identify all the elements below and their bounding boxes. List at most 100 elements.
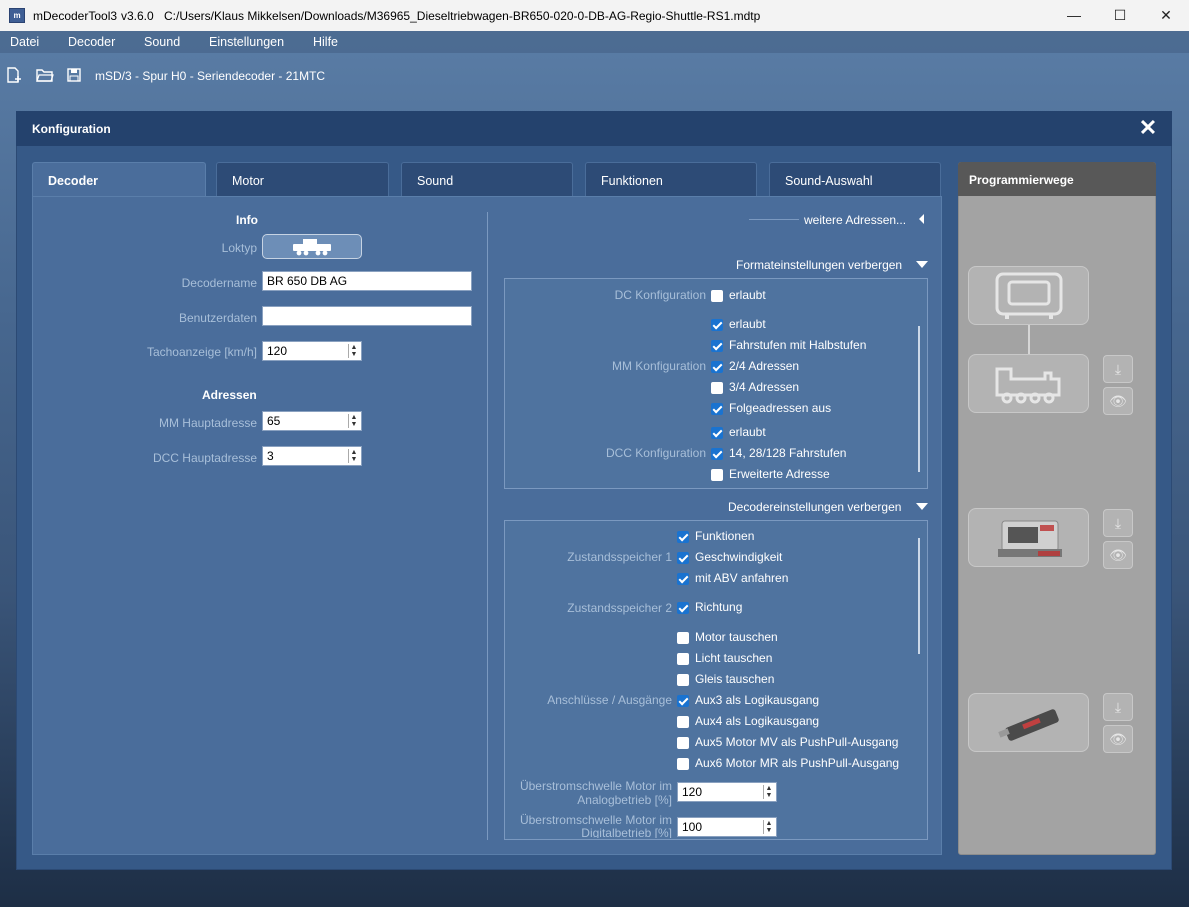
weitere-line [749, 219, 799, 220]
mm-hauptadresse-value: 65 [267, 414, 281, 428]
central-station-card[interactable] [968, 266, 1089, 325]
loktyp-button[interactable] [262, 234, 362, 259]
collapse-down-icon[interactable] [916, 261, 928, 268]
anschluesse-label: Anschlüsse / Ausgänge [547, 693, 672, 707]
checkbox[interactable] [677, 573, 689, 585]
checkbox-label[interactable]: Aux3 als Logikausgang [695, 693, 819, 707]
checkbox[interactable] [711, 340, 723, 352]
checkbox-label[interactable]: Richtung [695, 600, 742, 614]
checkbox[interactable] [711, 469, 723, 481]
checkbox[interactable] [677, 552, 689, 564]
checkbox[interactable] [711, 382, 723, 394]
download-icon[interactable]: ⤓ [1103, 693, 1133, 721]
checkbox-label[interactable]: Erweiterte Adresse [729, 467, 830, 481]
decodername-label: Decodername [181, 276, 257, 290]
dcc-hauptadresse-spinbox[interactable]: 3 ▲ ▼ [262, 446, 362, 466]
save-icon[interactable] [65, 67, 83, 83]
eye-icon[interactable]: 👁 [1103, 387, 1133, 415]
checkbox[interactable] [677, 653, 689, 665]
tab-funktionen[interactable]: Funktionen [585, 162, 757, 196]
file-path: C:/Users/Klaus Mikkelsen/Downloads/M3696… [164, 9, 761, 23]
menu-hilfe[interactable]: Hilfe [313, 35, 338, 49]
collapse-down-icon[interactable] [916, 503, 928, 510]
checkbox[interactable] [711, 448, 723, 460]
checkbox[interactable] [677, 716, 689, 728]
decoder-tester-card[interactable] [968, 508, 1089, 567]
checkbox-label[interactable]: Funktionen [695, 529, 754, 543]
checkbox-label[interactable]: Aux4 als Logikausgang [695, 714, 819, 728]
checkbox-label[interactable]: 3/4 Adressen [729, 380, 799, 394]
expand-left-icon[interactable] [919, 214, 924, 224]
close-dialog-icon[interactable]: ✕ [1137, 117, 1159, 139]
menu-einstellungen[interactable]: Einstellungen [209, 35, 284, 49]
tab-sound-auswahl[interactable]: Sound-Auswahl [769, 162, 941, 196]
spin-arrows-icon[interactable]: ▲ ▼ [348, 414, 359, 428]
checkbox[interactable] [711, 319, 723, 331]
checkbox[interactable] [677, 758, 689, 770]
eye-icon[interactable]: 👁 [1103, 541, 1133, 569]
checkbox-label[interactable]: erlaubt [729, 288, 766, 302]
open-folder-icon[interactable] [36, 67, 54, 83]
checkbox-label[interactable]: Licht tauschen [695, 651, 772, 665]
close-window-button[interactable]: ✕ [1143, 0, 1189, 31]
new-file-icon[interactable] [5, 67, 23, 83]
checkbox[interactable] [711, 403, 723, 415]
column-divider [487, 212, 488, 840]
zs1-label: Zustandsspeicher 1 [567, 550, 672, 564]
usb-programmer-card[interactable] [968, 693, 1089, 752]
maximize-button[interactable]: ☐ [1097, 0, 1143, 31]
checkbox[interactable] [711, 361, 723, 373]
adressen-title: Adressen [202, 388, 257, 402]
decodername-input[interactable]: BR 650 DB AG [262, 271, 472, 291]
analog-spinbox[interactable]: 120 ▲ ▼ [677, 782, 777, 802]
checkbox-label[interactable]: Folgeadressen aus [729, 401, 831, 415]
checkbox[interactable] [677, 674, 689, 686]
checkbox-label[interactable]: Gleis tauschen [695, 672, 774, 686]
decoder-toggle[interactable]: Decodereinstellungen verbergen [728, 500, 901, 514]
tacho-spinbox[interactable]: 120 ▲ ▼ [262, 341, 362, 361]
spin-arrows-icon[interactable]: ▲ ▼ [763, 785, 774, 799]
checkbox-label[interactable]: mit ABV anfahren [695, 571, 788, 585]
checkbox[interactable] [677, 737, 689, 749]
download-icon[interactable]: ⤓ [1103, 509, 1133, 537]
spin-arrows-icon[interactable]: ▲ ▼ [763, 820, 774, 834]
checkbox-label[interactable]: Aux6 Motor MR als PushPull-Ausgang [695, 756, 899, 770]
benutzerdaten-input[interactable] [262, 306, 472, 326]
weitere-adressen-link[interactable]: weitere Adressen... [804, 213, 906, 227]
format-toggle[interactable]: Formateinstellungen verbergen [736, 258, 902, 272]
checkbox-label[interactable]: Motor tauschen [695, 630, 778, 644]
spin-arrows-icon[interactable]: ▲ ▼ [348, 449, 359, 463]
download-icon[interactable]: ⤓ [1103, 355, 1133, 383]
checkbox-label[interactable]: Geschwindigkeit [695, 550, 782, 564]
checkbox-label[interactable]: erlaubt [729, 317, 766, 331]
track-programming-card[interactable] [968, 354, 1089, 413]
checkbox[interactable] [677, 531, 689, 543]
checkbox-label[interactable]: 14, 28/128 Fahrstufen [729, 446, 846, 460]
digital-spinbox[interactable]: 100 ▲ ▼ [677, 817, 777, 837]
checkbox-label[interactable]: 2/4 Adressen [729, 359, 799, 373]
eye-icon[interactable]: 👁 [1103, 725, 1133, 753]
checkbox-label[interactable]: Fahrstufen mit Halbstufen [729, 338, 866, 352]
checkbox-label[interactable]: erlaubt [729, 425, 766, 439]
decoder-info: mSD/3 - Spur H0 - Seriendecoder - 21MTC [95, 69, 326, 83]
checkbox[interactable] [711, 427, 723, 439]
digital-value: 100 [682, 820, 703, 834]
mm-hauptadresse-spinbox[interactable]: 65 ▲ ▼ [262, 411, 362, 431]
tab-sound[interactable]: Sound [401, 162, 573, 196]
checkbox[interactable] [677, 602, 689, 614]
tab-motor[interactable]: Motor [216, 162, 389, 196]
menu-sound[interactable]: Sound [144, 35, 180, 49]
spin-arrows-icon[interactable]: ▲ ▼ [348, 344, 359, 358]
checkbox[interactable] [677, 695, 689, 707]
checkbox[interactable] [677, 632, 689, 644]
menu-decoder[interactable]: Decoder [68, 35, 115, 49]
checkbox[interactable] [711, 290, 723, 302]
minimize-button[interactable]: — [1051, 0, 1097, 31]
digital-label-1: Überstromschwelle Motor im [519, 813, 672, 827]
checkbox-label[interactable]: Aux5 Motor MV als PushPull-Ausgang [695, 735, 898, 749]
menu-datei[interactable]: Datei [10, 35, 39, 49]
decoder-settings-scrollbar[interactable] [918, 538, 920, 654]
tab-decoder[interactable]: Decoder [32, 162, 206, 196]
analog-value: 120 [682, 785, 703, 799]
format-scrollbar[interactable] [918, 326, 920, 472]
